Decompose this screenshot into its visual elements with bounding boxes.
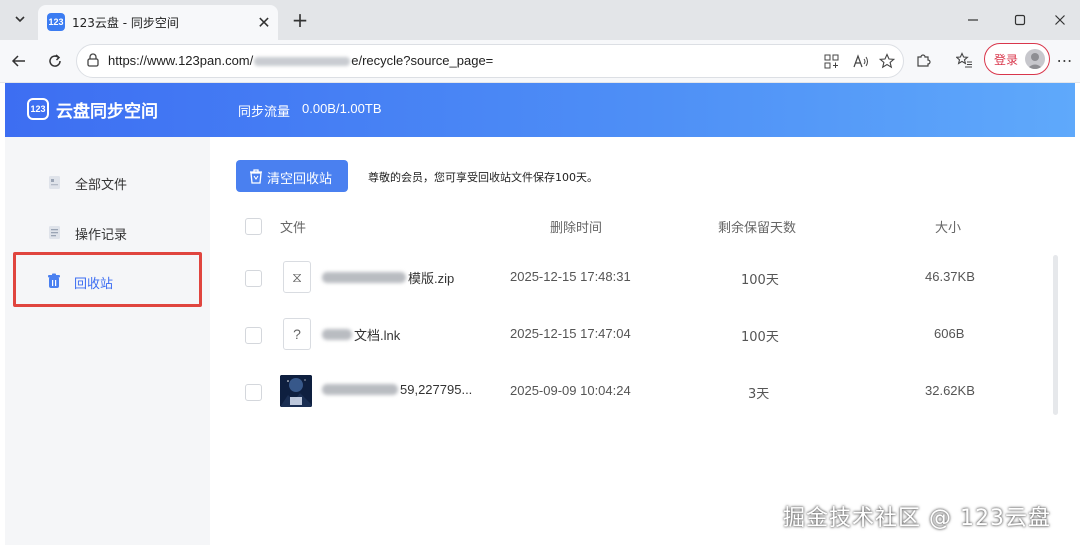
file-name[interactable]: 模版.zip [322,268,454,287]
unknown-file-icon: ? [283,318,311,350]
logo-text: 云盘同步空间 [56,102,158,122]
maximize-window-button[interactable] [1005,8,1035,32]
sidebar-item-operation-records[interactable]: 操作记录 [15,209,205,255]
empty-recycle-bin-label: 清空回收站 [267,172,333,187]
table-row[interactable]: ? 文档.lnk 2025-12-15 17:47:04 100天 606B [210,312,1050,356]
select-all-checkbox[interactable] [245,218,262,235]
sidebar-item-all-files[interactable]: 全部文件 [15,159,205,205]
browser-tab-strip: 123 123云盘 - 同步空间 ✕ + [0,0,1080,40]
remaining-days: 3天 [748,387,770,402]
zip-file-icon: ⧖ [283,261,311,293]
sidebar-item-recycle-bin[interactable]: 回收站 [13,252,202,307]
deleted-time: 2025-09-09 10:04:24 [510,383,631,398]
login-label: 登录 [994,53,1019,67]
browser-toolbar: https://www.123pan.com/e/recycle?source_… [0,40,1080,83]
file-name[interactable]: 59,227795... [322,382,472,397]
address-bar[interactable]: https://www.123pan.com/e/recycle?source_… [76,44,904,78]
redacted-text [322,272,406,283]
file-size: 606B [934,326,965,341]
remaining-days: 100天 [741,330,779,345]
sidebar-item-label: 全部文件 [75,178,128,193]
minimize-window-button[interactable] [958,8,988,32]
redacted-text [322,384,398,395]
watermark-text: 掘金技术社区 @ 123云盘 [783,506,1051,531]
app-header: 123 云盘同步空间 同步流量 0.00B/1.00TB [5,83,1075,137]
tab-close-icon[interactable]: ✕ [254,12,274,32]
back-button[interactable] [6,48,32,74]
trash-outline-icon [250,169,262,184]
favorites-list-icon[interactable] [955,51,973,69]
scrollbar[interactable] [1053,255,1058,415]
column-header-file[interactable]: 文件 [280,217,306,236]
chevron-down-icon [15,16,25,23]
reload-icon [49,54,61,67]
more-menu-icon[interactable]: ⋯ [1056,51,1074,70]
favorite-star-icon[interactable] [878,52,896,70]
url-redacted-segment [254,57,351,67]
minimize-icon [968,19,978,21]
sidebar-item-label: 操作记录 [75,228,128,243]
tab-favicon-icon: 123 [47,13,65,31]
sync-traffic-value: 0.00B/1.00TB [302,101,382,116]
app-available-icon[interactable] [822,52,840,70]
image-thumbnail-icon [280,375,312,407]
table-row[interactable]: 59,227795... 2025-09-09 10:04:24 3天 32.6… [210,369,1050,413]
login-button[interactable]: 登录 [984,43,1050,75]
row-checkbox[interactable] [245,384,262,401]
retention-notice: 尊敬的会员，您可享受回收站文件保存100天。 [368,171,598,184]
new-tab-button[interactable]: + [288,8,312,32]
lock-icon[interactable] [85,52,101,68]
redacted-text [322,329,352,340]
row-checkbox[interactable] [245,270,262,287]
empty-recycle-bin-button[interactable]: 清空回收站 [236,160,348,192]
main-content: 清空回收站 尊敬的会员，您可享受回收站文件保存100天。 文件 删除时间 剩余保… [210,137,1075,545]
arrow-left-icon [11,55,25,67]
row-checkbox[interactable] [245,327,262,344]
remaining-days: 100天 [741,273,779,288]
address-text[interactable]: https://www.123pan.com/e/recycle?source_… [108,53,493,68]
table-row[interactable]: ⧖ 模版.zip 2025-12-15 17:48:31 100天 46.37K… [210,255,1050,299]
folder-icon [49,176,60,189]
logo-icon: 123 [27,98,49,120]
tab-title: 123云盘 - 同步空间 [72,16,179,30]
file-size: 32.62KB [925,383,975,398]
deleted-time: 2025-12-15 17:48:31 [510,269,631,284]
column-header-remaining-days[interactable]: 剩余保留天数 [718,217,796,236]
deleted-time: 2025-12-15 17:47:04 [510,326,631,341]
close-window-button[interactable] [1045,8,1075,32]
file-size: 46.37KB [925,269,975,284]
close-icon [1055,15,1065,25]
read-aloud-icon[interactable] [852,52,870,70]
sidebar-item-label: 回收站 [74,277,114,292]
trash-icon [48,273,60,288]
sync-traffic-label: 同步流量 [238,105,291,120]
tab-list-dropdown-button[interactable] [8,7,32,31]
column-header-deleted-time[interactable]: 删除时间 [550,217,602,236]
sidebar: 全部文件 操作记录 回收站 [5,137,210,545]
maximize-icon [1014,14,1026,26]
reload-button[interactable] [42,48,68,74]
column-header-size[interactable]: 大小 [935,217,961,236]
file-name[interactable]: 文档.lnk [322,325,400,344]
avatar [1025,49,1045,69]
record-icon [49,226,60,239]
browser-tab-active[interactable]: 123 123云盘 - 同步空间 ✕ [38,5,278,40]
extensions-icon[interactable] [914,51,932,69]
